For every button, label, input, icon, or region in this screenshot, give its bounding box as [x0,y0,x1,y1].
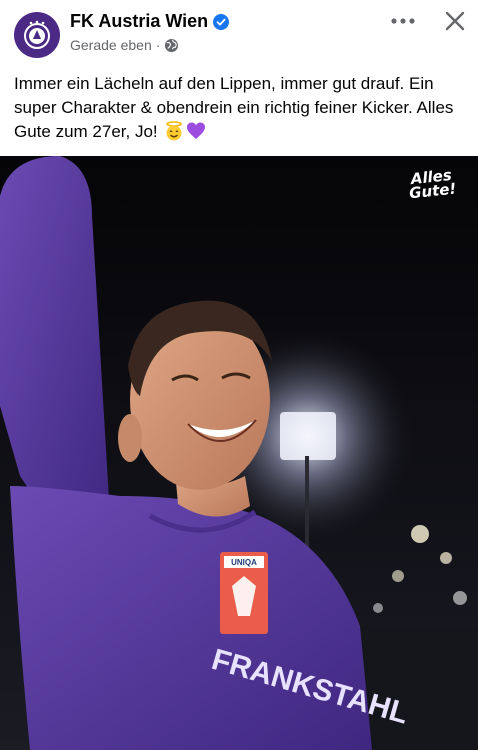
close-icon [445,11,465,31]
page-avatar[interactable] [14,12,60,58]
close-button[interactable] [442,8,468,34]
sticker-line-2: Gute! [408,179,458,203]
meta-separator: · [155,37,161,53]
chest-badge-text: UNIQA [231,558,257,567]
verified-badge-icon [213,13,230,30]
post-header: FK Austria Wien Gerade eben · [0,0,478,66]
post-meta: Gerade eben · [70,37,179,53]
post-timestamp[interactable]: Gerade eben [70,37,152,53]
smiling-face-with-halo-icon [166,121,183,141]
post-caption: Immer ein Lächeln auf den Lippen, immer … [14,72,469,144]
more-dots-icon [391,18,415,24]
page-name-link[interactable]: FK Austria Wien [70,11,230,32]
player-celebration-image: UNIQA FRANKSTAHL [0,156,478,750]
caption-text: Immer ein Lächeln auf den Lippen, immer … [14,74,454,141]
page-name[interactable]: FK Austria Wien [70,11,208,32]
purple-heart-icon [187,122,206,139]
globe-icon[interactable] [164,38,179,53]
birthday-sticker: Alles Gute! [403,166,462,203]
post-photo[interactable]: UNIQA FRANKSTAHL [0,156,478,750]
more-options-button[interactable] [389,10,417,32]
austria-crest-icon [24,20,50,49]
